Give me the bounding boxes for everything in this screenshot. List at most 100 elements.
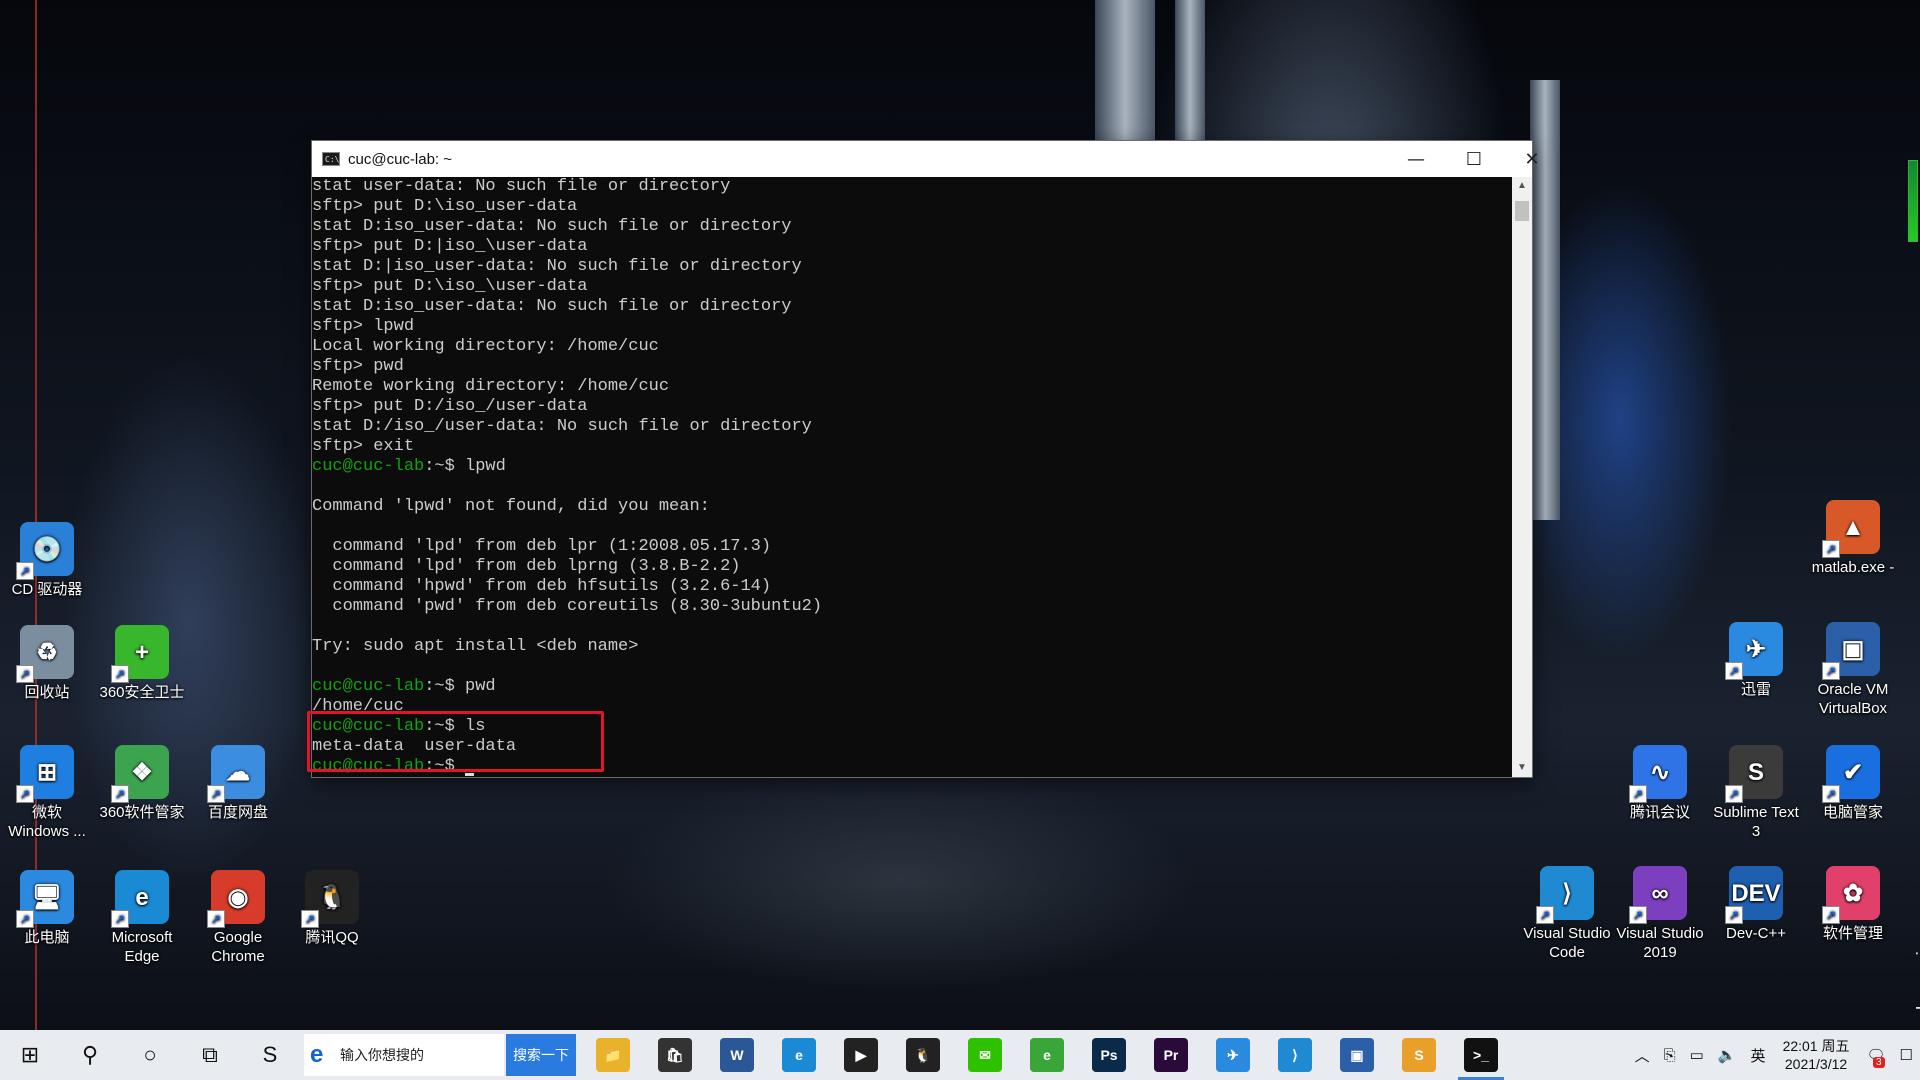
clock[interactable]: 22:01 周五 2021/3/12: [1783, 1037, 1850, 1073]
desktop-icon-label: 迅雷: [1740, 681, 1771, 698]
desktop-icon-matlab[interactable]: ▲matlab.exe -: [1808, 500, 1898, 577]
desktop-icon-cd-drive[interactable]: 💿CD 驱动器: [2, 522, 92, 599]
taskbar-app-terminal[interactable]: >_: [1450, 1030, 1512, 1080]
desktop-icon-pc-manager[interactable]: ✔电脑管家: [1808, 745, 1898, 822]
dev-cpp-icon: DEV: [1725, 866, 1783, 924]
desktop-icon-label: Visual Studio 2019: [1616, 925, 1704, 961]
terminal-text: :~$ pwd: [424, 677, 496, 696]
taskbar-app-ie-browser[interactable]: e: [1016, 1030, 1078, 1080]
taskbar-app-media-player[interactable]: ▶: [830, 1030, 892, 1080]
taskbar-app-wechat[interactable]: ✉: [954, 1030, 1016, 1080]
search-icon[interactable]: ⚲: [60, 1030, 120, 1080]
terminal-text: stat D:|iso_user-data: No such file or d…: [312, 257, 802, 276]
visual-studio-2019-icon: ∞: [1629, 866, 1687, 924]
terminal-titlebar[interactable]: C:\ cuc@cuc-lab: ~ — ☐ ✕: [312, 141, 1540, 177]
desktop-icon-label: matlab.exe -: [1811, 559, 1895, 576]
ime-indicator[interactable]: 英: [1751, 1045, 1766, 1066]
annotation-highlight-box: [307, 711, 604, 772]
microsoft-windows-icon: ⊞: [16, 745, 74, 803]
tencent-meeting-icon: ∿: [1629, 745, 1687, 803]
taskbar-apps: 📁 🛍 We ▶ 🐧 ✉ e Ps Pr ✈ ⟩ ▣ S >_: [582, 1030, 1512, 1080]
xunlei-icon: ✈: [1216, 1038, 1250, 1072]
action-center-icon[interactable]: ☐: [1900, 1046, 1913, 1064]
desktop-icon-baidu-netdisk[interactable]: ☁百度网盘: [193, 745, 283, 822]
minimize-button[interactable]: —: [1387, 141, 1445, 177]
taskbar-app-edge[interactable]: e: [768, 1030, 830, 1080]
taskbar-app-vscode[interactable]: ⟩: [1264, 1030, 1326, 1080]
taskbar-app-sublime[interactable]: S: [1388, 1030, 1450, 1080]
taskbar-app-virtualbox[interactable]: ▣: [1326, 1030, 1388, 1080]
cortana-icon[interactable]: ○: [120, 1030, 180, 1080]
terminal-line: sftp> put D:|iso_\user-data: [312, 237, 1512, 257]
network-icon[interactable]: ⎘: [1664, 1047, 1676, 1064]
volume-icon[interactable]: 🔈: [1718, 1046, 1737, 1064]
scroll-thumb[interactable]: [1515, 201, 1529, 221]
scroll-up-icon[interactable]: ▲: [1512, 177, 1532, 195]
taskbar-app-xunlei[interactable]: ✈: [1202, 1030, 1264, 1080]
terminal-output[interactable]: stat user-data: No such file or director…: [312, 177, 1512, 777]
desktop-icon-software-manager[interactable]: ✿软件管理: [1808, 866, 1898, 943]
pc-manager-icon: ✔: [1822, 745, 1880, 803]
chevron-up-icon[interactable]: ︿: [1635, 1045, 1650, 1066]
baidu-netdisk-icon: ☁: [207, 745, 265, 803]
desktop-icon-label: 腾讯会议: [1629, 804, 1690, 821]
desktop-icon-tencent-meeting[interactable]: ∿腾讯会议: [1615, 745, 1705, 822]
scroll-down-icon[interactable]: ▼: [1512, 759, 1532, 777]
taskbar-app-microsoft-store[interactable]: 🛍: [644, 1030, 706, 1080]
terminal-text: stat user-data: No such file or director…: [312, 177, 731, 196]
terminal-text: sftp> pwd: [312, 357, 404, 376]
desktop-icon-recycle-bin[interactable]: ♻回收站: [2, 625, 92, 702]
photoshop-icon: Ps: [1092, 1038, 1126, 1072]
microsoft-store-icon: 🛍: [658, 1038, 692, 1072]
desktop-icon-tencent-qq[interactable]: 🐧腾讯QQ: [287, 870, 377, 947]
desktop-icon-360-software-manager[interactable]: ❖360软件管家: [97, 745, 187, 822]
desktop-icon-label: Dev-C++: [1725, 925, 1787, 942]
wechat-icon: ✉: [968, 1038, 1002, 1072]
terminal-scrollbar[interactable]: ▲ ▼: [1512, 177, 1532, 777]
taskbar-app-premiere[interactable]: Pr: [1140, 1030, 1202, 1080]
desktop-icon-microsoft-windows[interactable]: ⊞微软 Windows ...: [2, 745, 92, 841]
desktop-icon-label: 电脑管家: [1822, 804, 1883, 821]
terminal-line: cuc@cuc-lab:~$ lpwd: [312, 457, 1512, 477]
desktop-icon-label: Sublime Text 3: [1713, 804, 1799, 840]
microsoft-edge-icon: e: [111, 870, 169, 928]
close-button[interactable]: ✕: [1503, 141, 1561, 177]
taskbar-app-word[interactable]: W: [706, 1030, 768, 1080]
desktop-icon-sublime-text-3[interactable]: SSublime Text 3: [1711, 745, 1801, 841]
watermark: baocaiyu: [1914, 930, 1920, 1011]
app-switch-icon[interactable]: S: [240, 1030, 300, 1080]
terminal-line: sftp> exit: [312, 437, 1512, 457]
search-button[interactable]: 搜索一下: [506, 1034, 576, 1076]
start-button[interactable]: ⊞: [0, 1030, 60, 1080]
desktop-icon-google-chrome[interactable]: ◉Google Chrome: [193, 870, 283, 966]
task-view-icon[interactable]: ⧉: [180, 1030, 240, 1080]
terminal-text: Try: sudo apt install <deb name>: [312, 637, 639, 656]
taskbar-app-photoshop[interactable]: Ps: [1078, 1030, 1140, 1080]
xunlei-icon: ✈: [1725, 622, 1783, 680]
notification-icon[interactable]: 🗨 3: [1867, 1046, 1886, 1068]
file-explorer-icon: 📁: [596, 1038, 630, 1072]
desktop-icon-visual-studio-code[interactable]: ⟩Visual Studio Code: [1522, 866, 1612, 962]
matlab-icon: ▲: [1822, 500, 1880, 558]
desktop-icon-dev-cpp[interactable]: DEVDev-C++: [1711, 866, 1801, 943]
shell-prompt: cuc@cuc-lab: [312, 677, 425, 696]
maximize-button[interactable]: ☐: [1445, 141, 1503, 177]
desktop-icon-microsoft-edge[interactable]: eMicrosoft Edge: [97, 870, 187, 966]
desktop-icon-xunlei[interactable]: ✈迅雷: [1711, 622, 1801, 699]
taskbar-app-file-explorer[interactable]: 📁: [582, 1030, 644, 1080]
taskbar-search-input[interactable]: e 输入你想搜的: [304, 1034, 504, 1076]
desktop-icon-this-pc[interactable]: 🖥此电脑: [2, 870, 92, 947]
desktop-icon-visual-studio-2019[interactable]: ∞Visual Studio 2019: [1615, 866, 1705, 962]
desktop-icon-360-security[interactable]: +360安全卫士: [97, 625, 187, 702]
browser-e-icon: e: [310, 1041, 324, 1068]
terminal-text: stat D:/iso_/user-data: No such file or …: [312, 417, 812, 436]
this-pc-icon: 🖥: [16, 870, 74, 928]
terminal-line: stat user-data: No such file or director…: [312, 177, 1512, 197]
terminal-text: sftp> put D:\iso_\user-data: [312, 277, 588, 296]
terminal-text: Command 'lpwd' not found, did you mean:: [312, 497, 710, 516]
battery-icon[interactable]: ▭: [1690, 1046, 1704, 1064]
taskbar-app-qq[interactable]: 🐧: [892, 1030, 954, 1080]
terminal-window[interactable]: C:\ cuc@cuc-lab: ~ — ☐ ✕ stat user-data:…: [312, 141, 1540, 777]
terminal-text: sftp> put D:/iso_/user-data: [312, 397, 588, 416]
desktop-icon-oracle-vm-virtualbox[interactable]: ▣Oracle VM VirtualBox: [1808, 622, 1898, 718]
